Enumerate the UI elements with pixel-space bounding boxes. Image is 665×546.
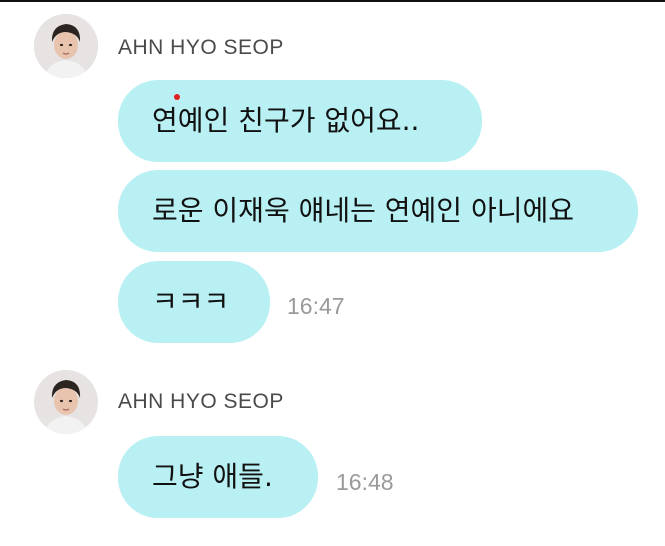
message-text: 그냥 애들. bbox=[152, 460, 273, 493]
avatar-photo-icon bbox=[34, 370, 98, 434]
avatar-photo-icon bbox=[34, 14, 98, 78]
message-text: 연예인 친구가 없어요.. bbox=[152, 104, 420, 137]
sender-name: AHN HYO SEOP bbox=[118, 390, 284, 413]
message-bubble[interactable]: 로운 이재욱 얘네는 연예인 아니에요 bbox=[118, 170, 638, 252]
message-bubble[interactable]: 그냥 애들. bbox=[118, 436, 318, 518]
message-text: ㅋㅋㅋ bbox=[152, 285, 230, 318]
sender-avatar[interactable] bbox=[34, 370, 98, 434]
sender-name: AHN HYO SEOP bbox=[118, 36, 284, 59]
message-bubble[interactable]: 연예인 친구가 없어요.. bbox=[118, 80, 482, 162]
sender-avatar[interactable] bbox=[34, 14, 98, 78]
message-bubble[interactable]: ㅋㅋㅋ bbox=[118, 261, 270, 343]
top-border bbox=[0, 0, 665, 2]
red-mark-dot bbox=[174, 94, 180, 100]
message-timestamp: 16:47 bbox=[287, 293, 345, 319]
message-timestamp: 16:48 bbox=[336, 469, 394, 495]
message-text: 로운 이재욱 얘네는 연예인 아니에요 bbox=[152, 194, 575, 227]
